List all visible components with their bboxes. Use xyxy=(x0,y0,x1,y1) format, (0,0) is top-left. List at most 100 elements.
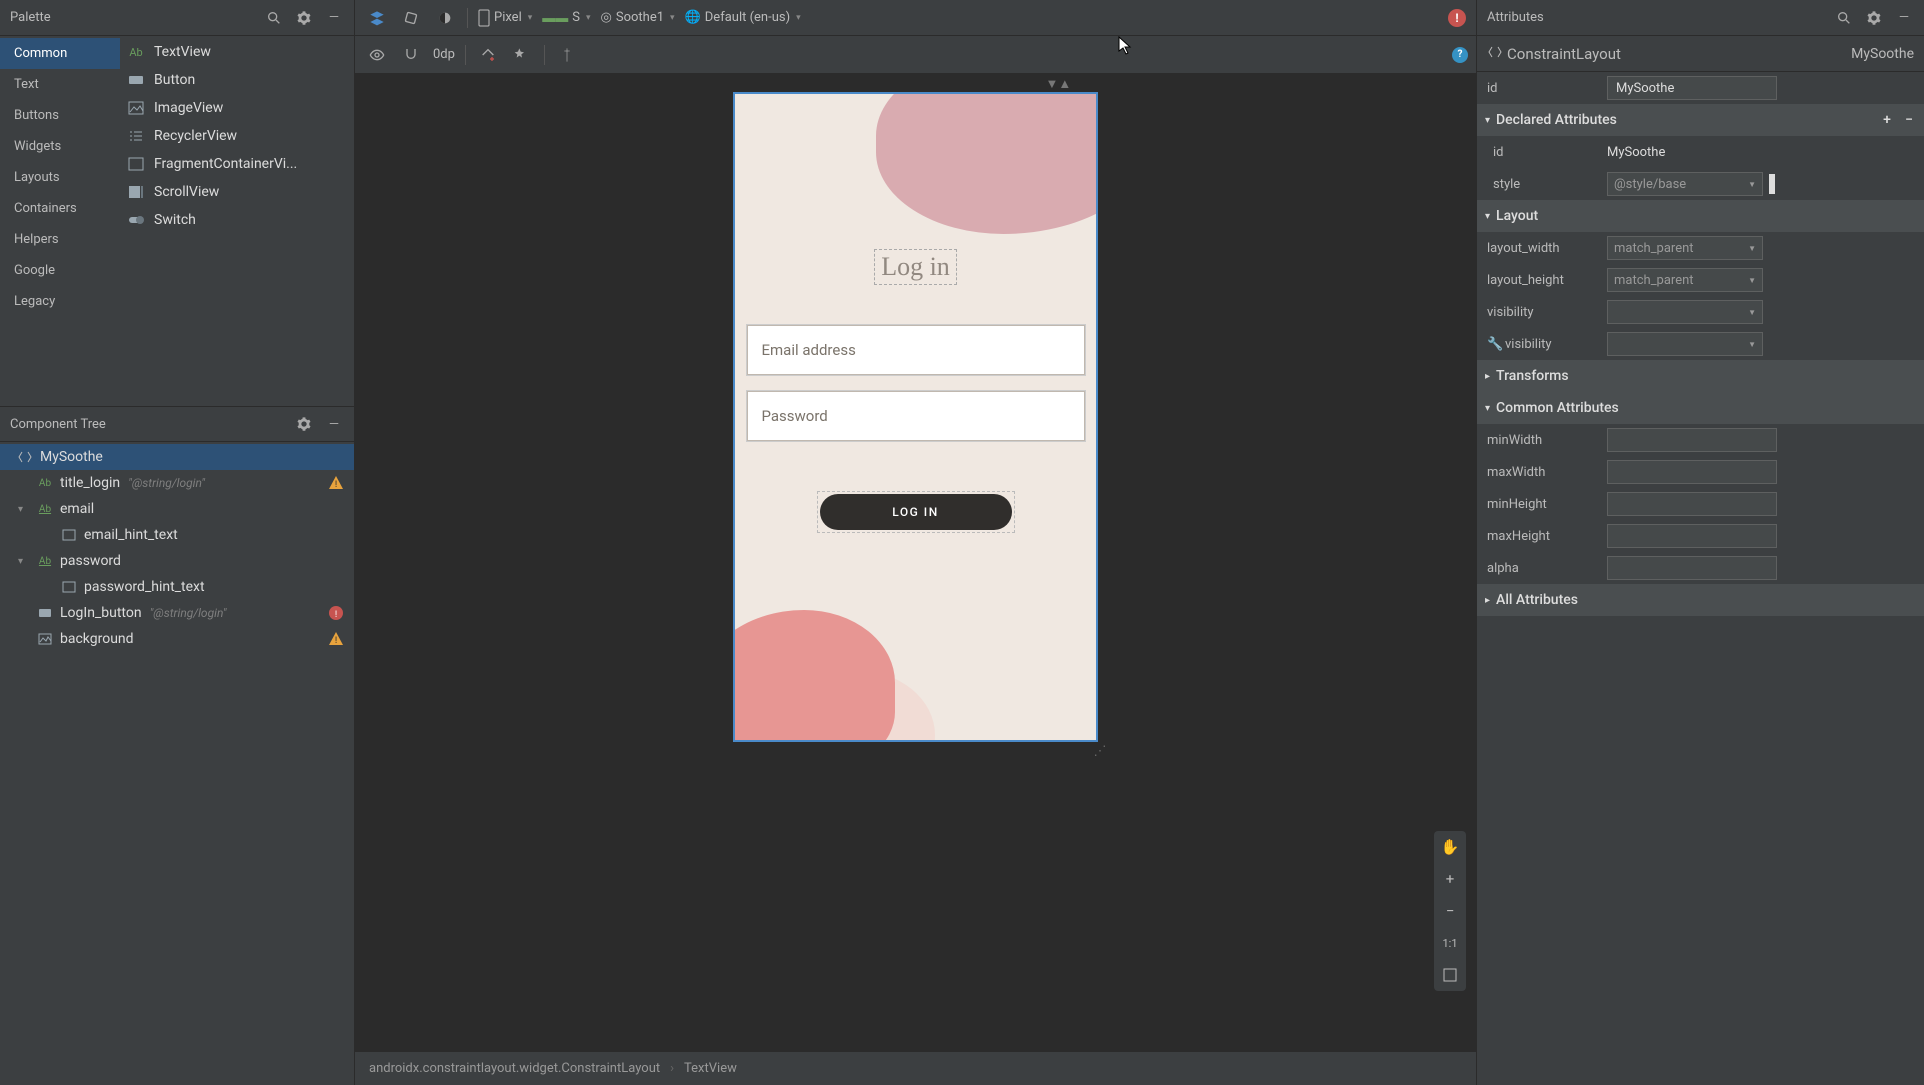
warning-icon[interactable]: ! xyxy=(328,631,344,647)
globe-icon: 🌐 xyxy=(685,10,701,25)
api-dropdown[interactable]: ▬▬S▾ xyxy=(542,10,590,26)
clear-constraints-icon[interactable] xyxy=(476,43,500,67)
pan-icon[interactable]: ✋ xyxy=(1434,831,1466,863)
palette-item-recyclerview[interactable]: RecyclerView xyxy=(120,122,354,150)
zoom-fit-icon[interactable] xyxy=(1434,959,1466,991)
palette-item-scrollview[interactable]: ScrollView xyxy=(120,178,354,206)
tools-visibility-select[interactable]: ▼ xyxy=(1607,332,1763,356)
tree-node-password-hint[interactable]: password_hint_text xyxy=(0,574,354,600)
tree-node-title-login[interactable]: Ab title_login "@string/login" ! xyxy=(0,470,354,496)
style-select[interactable]: @style/base▼ xyxy=(1607,172,1763,196)
layout-width-select[interactable]: match_parent▼ xyxy=(1607,236,1763,260)
device-dropdown[interactable]: Pixel▾ xyxy=(478,9,532,27)
section-all[interactable]: ▸ All Attributes xyxy=(1477,584,1924,616)
palette-cat-widgets[interactable]: Widgets xyxy=(0,131,120,162)
chevron-right-icon: › xyxy=(670,1061,674,1076)
handle-icon: ▼▲ xyxy=(1046,76,1072,92)
login-button[interactable]: LOG IN xyxy=(820,494,1012,530)
layers-icon[interactable] xyxy=(365,6,389,30)
breadcrumb-item[interactable]: androidx.constraintlayout.widget.Constra… xyxy=(369,1061,660,1076)
palette-item-fragment[interactable]: FragmentContainerVi... xyxy=(120,150,354,178)
maxwidth-input[interactable] xyxy=(1607,460,1777,484)
tree-node-background[interactable]: background ! xyxy=(0,626,354,652)
breadcrumb: androidx.constraintlayout.widget.Constra… xyxy=(355,1051,1476,1085)
rotate-icon[interactable] xyxy=(399,6,423,30)
warning-icon[interactable]: ! xyxy=(328,475,344,491)
switch-icon xyxy=(126,210,146,230)
infer-constraints-icon[interactable] xyxy=(510,43,534,67)
search-icon[interactable] xyxy=(262,6,286,30)
minwidth-input[interactable] xyxy=(1607,428,1777,452)
flag-icon[interactable] xyxy=(1769,174,1775,194)
palette-cat-google[interactable]: Google xyxy=(0,255,120,286)
attr-id-input[interactable] xyxy=(1607,76,1777,100)
minimize-icon[interactable]: — xyxy=(322,412,346,436)
minimize-icon[interactable]: — xyxy=(322,6,346,30)
constraint-icon xyxy=(1487,44,1503,64)
theme-icon: ◎ xyxy=(601,10,612,25)
login-button-wrap[interactable]: LOG IN xyxy=(817,491,1015,533)
chevron-down-icon[interactable]: ▾ xyxy=(18,504,23,515)
alpha-input[interactable] xyxy=(1607,556,1777,580)
section-layout[interactable]: ▾ Layout xyxy=(1477,200,1924,232)
gear-icon[interactable] xyxy=(292,6,316,30)
guidelines-icon[interactable] xyxy=(555,43,579,67)
palette-cat-text[interactable]: Text xyxy=(0,69,120,100)
tree-node-email[interactable]: ▾ Ab email xyxy=(0,496,354,522)
palette-cat-buttons[interactable]: Buttons xyxy=(0,100,120,131)
login-title[interactable]: Log in xyxy=(874,249,957,285)
zoom-reset-icon[interactable]: 1:1 xyxy=(1434,927,1466,959)
palette-cat-layouts[interactable]: Layouts xyxy=(0,162,120,193)
section-transforms[interactable]: ▸ Transforms xyxy=(1477,360,1924,392)
palette-cat-helpers[interactable]: Helpers xyxy=(0,224,120,255)
attr-component-row: ConstraintLayout MySoothe xyxy=(1477,36,1924,72)
chevron-down-icon[interactable]: ▾ xyxy=(18,556,23,567)
palette-item-switch[interactable]: Switch xyxy=(120,206,354,234)
zoom-in-icon[interactable]: + xyxy=(1434,863,1466,895)
palette-cat-legacy[interactable]: Legacy xyxy=(0,286,120,317)
frame-icon xyxy=(60,578,78,596)
palette-item-imageview[interactable]: ImageView xyxy=(120,94,354,122)
device-preview[interactable]: Log in Email address Password LOG IN xyxy=(733,92,1098,742)
tree-node-password[interactable]: ▾ Ab password xyxy=(0,548,354,574)
resize-handle-icon[interactable]: ⋰ xyxy=(1094,744,1107,759)
search-icon[interactable] xyxy=(1832,6,1856,30)
zoom-out-icon[interactable]: − xyxy=(1434,895,1466,927)
error-icon[interactable]: ! xyxy=(328,605,344,621)
view-options-icon[interactable] xyxy=(365,43,389,67)
add-icon[interactable]: + xyxy=(1880,113,1894,127)
wrench-icon: 🔧 xyxy=(1487,337,1501,352)
breadcrumb-item[interactable]: TextView xyxy=(684,1061,737,1076)
palette-header: Palette — xyxy=(0,0,354,36)
section-common[interactable]: ▾ Common Attributes xyxy=(1477,392,1924,424)
attributes-title: Attributes xyxy=(1487,10,1544,25)
gear-icon[interactable] xyxy=(1862,6,1886,30)
tree-node-mysoothe[interactable]: MySoothe xyxy=(0,444,354,470)
layout-height-select[interactable]: match_parent▼ xyxy=(1607,268,1763,292)
minheight-input[interactable] xyxy=(1607,492,1777,516)
chevron-down-icon: ▾ xyxy=(1485,403,1490,414)
default-margin[interactable]: 0dp xyxy=(433,47,455,62)
list-icon xyxy=(126,126,146,146)
palette-cat-common[interactable]: Common xyxy=(0,38,120,69)
remove-icon[interactable]: − xyxy=(1902,113,1916,127)
minimize-icon[interactable]: — xyxy=(1892,6,1916,30)
locale-dropdown[interactable]: 🌐Default (en-us)▾ xyxy=(685,10,801,25)
design-surface[interactable]: ▼▲ Log in Email address Password LOG IN … xyxy=(355,74,1476,1051)
email-field[interactable]: Email address xyxy=(747,325,1085,375)
section-declared[interactable]: ▾ Declared Attributes + − xyxy=(1477,104,1924,136)
night-mode-icon[interactable] xyxy=(433,6,457,30)
palette-item-textview[interactable]: AbTextView xyxy=(120,38,354,66)
maxheight-input[interactable] xyxy=(1607,524,1777,548)
theme-dropdown[interactable]: ◎Soothe1▾ xyxy=(601,10,675,25)
password-field[interactable]: Password xyxy=(747,391,1085,441)
error-badge[interactable]: ! xyxy=(1448,9,1466,27)
palette-cat-containers[interactable]: Containers xyxy=(0,193,120,224)
tree-node-email-hint[interactable]: email_hint_text xyxy=(0,522,354,548)
visibility-select[interactable]: ▼ xyxy=(1607,300,1763,324)
gear-icon[interactable] xyxy=(292,412,316,436)
help-icon[interactable]: ? xyxy=(1452,47,1468,63)
palette-item-button[interactable]: Button xyxy=(120,66,354,94)
magnet-icon[interactable] xyxy=(399,43,423,67)
tree-node-login-button[interactable]: LogIn_button "@string/login" ! xyxy=(0,600,354,626)
